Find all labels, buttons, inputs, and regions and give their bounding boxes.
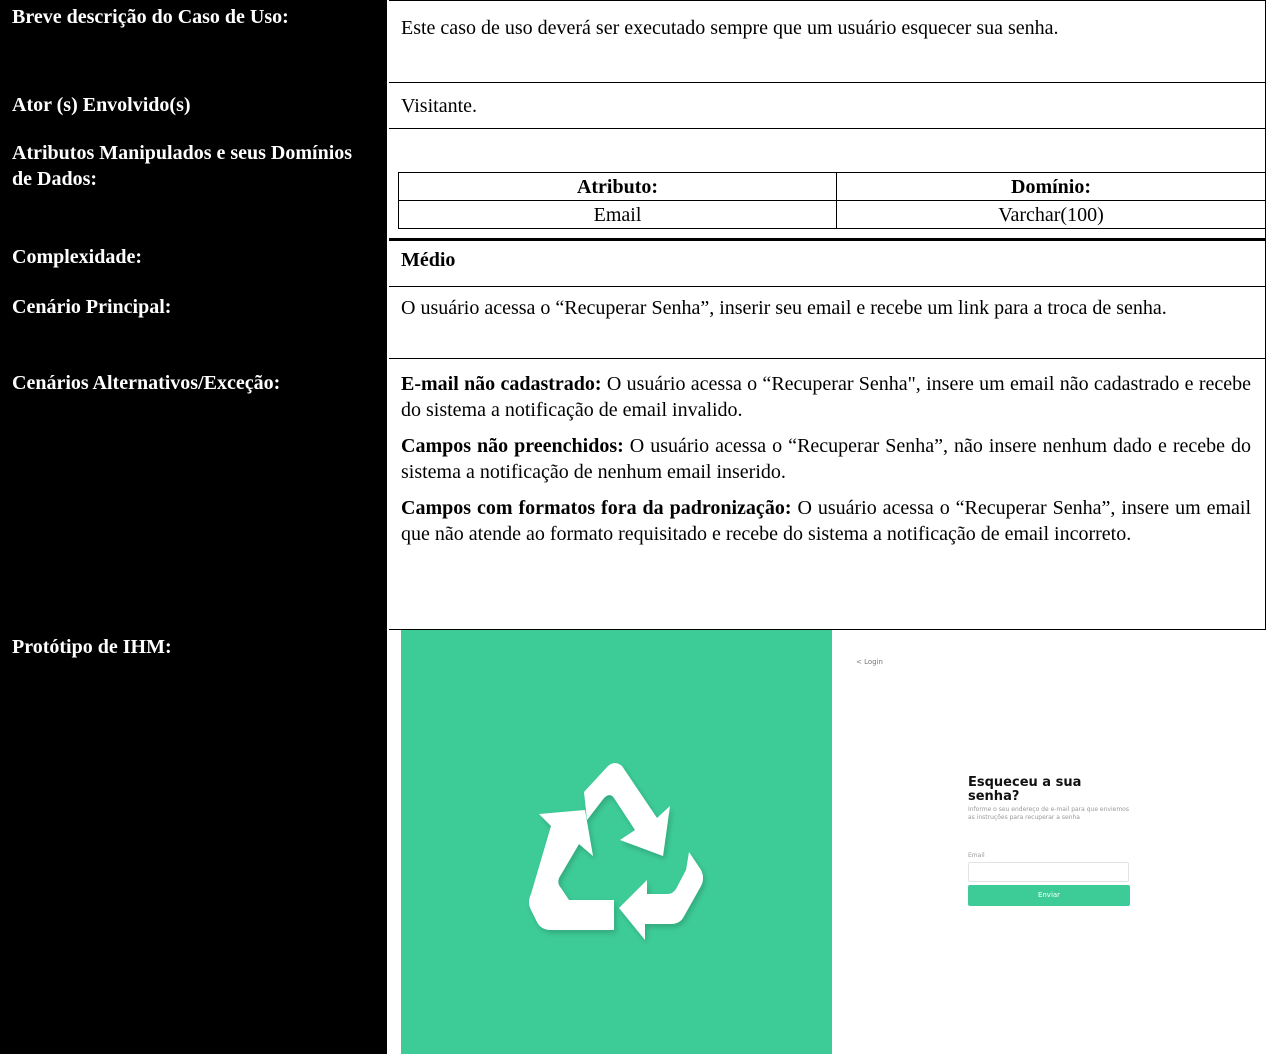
email-label: Email: [968, 852, 985, 859]
alt-scenario-2-title: Campos não preenchidos:: [401, 435, 624, 457]
alt-scenario-1-title: E-mail não cadastrado:: [401, 373, 602, 395]
recycle-icon: [529, 763, 703, 940]
row-breve-descricao: Breve descrição do Caso de Uso: Este cas…: [0, 0, 1266, 82]
row-cenario-principal: Cenário Principal: O usuário acessa o “R…: [0, 286, 1266, 358]
row-ator: Ator (s) Envolvido(s) Visitante.: [0, 82, 1266, 128]
prototype-brand-panel: [401, 630, 832, 1054]
alt-scenario-1: E-mail não cadastrado: O usuário acessa …: [401, 371, 1251, 423]
prototype-screenshot: < Login Esqueceu a sua senha? Informe o …: [401, 630, 1266, 1054]
form-title: Esqueceu a sua senha?: [968, 775, 1082, 804]
label-complexidade: Complexidade:: [0, 238, 387, 286]
alt-scenario-3: Campos com formatos fora da padronização…: [401, 495, 1251, 547]
label-cenario-principal: Cenário Principal:: [0, 286, 387, 358]
alt-scenario-3-title: Campos com formatos fora da padronização…: [401, 497, 792, 519]
form-description: Informe o seu endereço de e-mail para qu…: [968, 806, 1129, 821]
label-atributos: Atributos Manipulados e seus Domínios de…: [0, 128, 387, 238]
table-cell-atributo: Email: [398, 200, 837, 229]
table-header-atributo: Atributo:: [398, 172, 837, 201]
attributes-table: Atributo: Domínio: Email Varchar(100): [398, 172, 1266, 229]
label-breve-descricao: Breve descrição do Caso de Uso:: [0, 0, 387, 82]
row-complexidade: Complexidade: Médio: [0, 238, 1266, 286]
submit-button[interactable]: Enviar: [968, 885, 1130, 906]
value-ator: Visitante.: [389, 82, 1266, 128]
prototype-form-panel: < Login Esqueceu a sua senha? Informe o …: [832, 630, 1266, 1054]
alt-scenario-2: Campos não preenchidos: O usuário acessa…: [401, 433, 1251, 485]
value-cenario-principal: O usuário acessa o “Recuperar Senha”, in…: [389, 286, 1266, 358]
label-prototipo: Protótipo de IHM:: [0, 630, 387, 1054]
value-complexidade: Médio: [389, 238, 1266, 286]
label-ator: Ator (s) Envolvido(s): [0, 82, 387, 128]
row-cenarios-alternativos: Cenários Alternativos/Exceção: E-mail nã…: [0, 358, 1266, 630]
table-cell-dominio: Varchar(100): [836, 200, 1266, 229]
table-header-dominio: Domínio:: [836, 172, 1266, 201]
back-to-login-link[interactable]: < Login: [856, 658, 883, 666]
email-input[interactable]: [968, 862, 1129, 882]
value-cenarios-alternativos: E-mail não cadastrado: O usuário acessa …: [389, 358, 1266, 630]
value-breve-descricao: Este caso de uso deverá ser executado se…: [389, 0, 1266, 82]
label-cenarios-alternativos: Cenários Alternativos/Exceção:: [0, 358, 387, 630]
